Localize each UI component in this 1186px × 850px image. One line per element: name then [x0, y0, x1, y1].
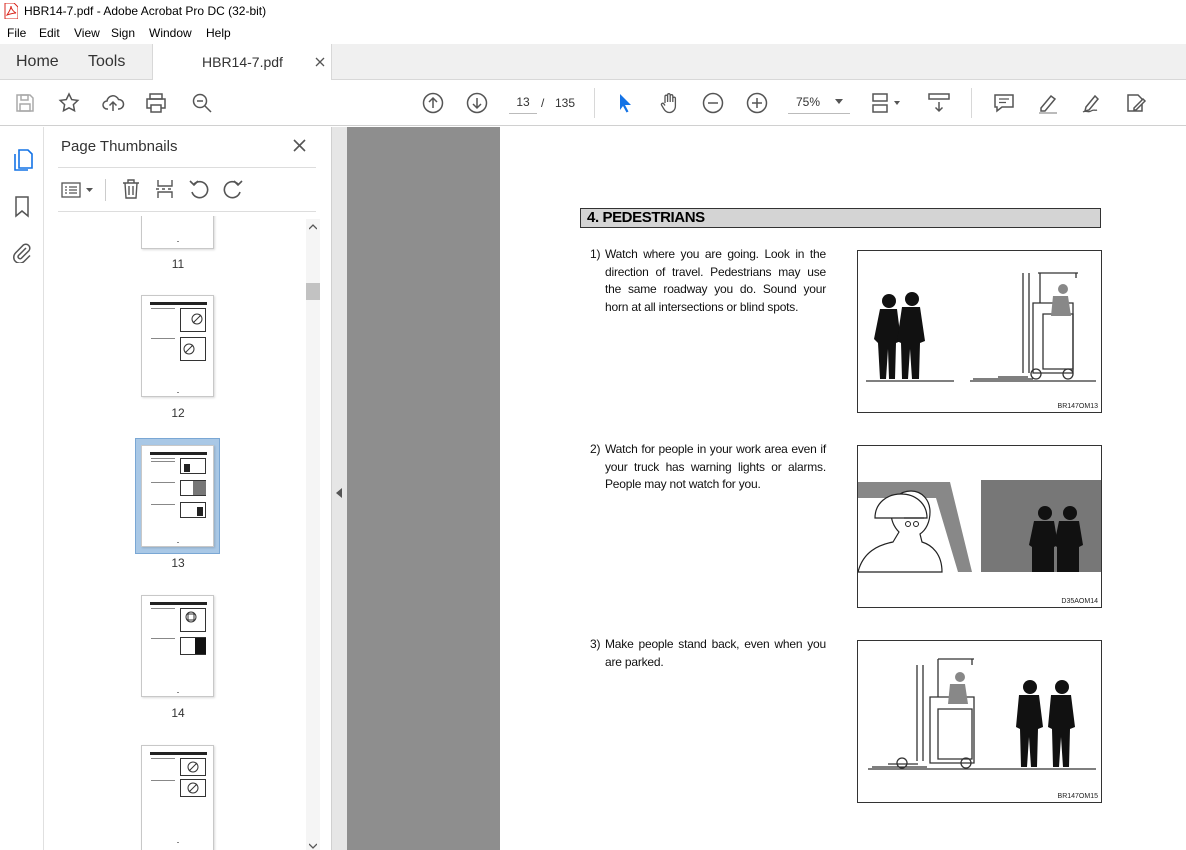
zoom-level-value: 75% — [796, 95, 821, 109]
item-number: 2) — [590, 442, 601, 456]
scroll-up-icon[interactable] — [309, 224, 317, 230]
tab-document[interactable]: HBR14-7.pdf — [152, 44, 332, 80]
menu-file[interactable]: File — [7, 26, 26, 40]
thumbnail-label: 14 — [171, 706, 185, 720]
instruction-item: 2) Watch for people in your work area ev… — [590, 441, 826, 494]
fill-sign-icon[interactable] — [1124, 91, 1148, 115]
rotate-counterclockwise-icon[interactable] — [188, 179, 210, 199]
thumbnail-page[interactable] — [141, 745, 214, 850]
scroll-down-icon[interactable] — [309, 843, 317, 849]
panel-divider — [105, 179, 106, 201]
figure-caption: BR147OM13 — [1057, 403, 1098, 410]
item-text: Make people stand back, even when you ar… — [605, 637, 826, 669]
previous-page-icon[interactable] — [421, 91, 445, 115]
page-total: 135 — [555, 96, 576, 110]
thumbnail-label: 13 — [171, 556, 185, 570]
acrobat-app-icon — [4, 3, 18, 19]
figure-forklift-pedestrians: BR147OM13 — [857, 250, 1102, 413]
tab-document-label: HBR14-7.pdf — [202, 54, 283, 70]
zoom-search-icon[interactable] — [190, 91, 214, 115]
item-number: 1) — [590, 247, 601, 261]
pdf-page: 4. PEDESTRIANS 1) Watch where you are go… — [500, 127, 1186, 850]
window-title: HBR14-7.pdf - Adobe Acrobat Pro DC (32-b… — [24, 4, 267, 18]
highlight-pen-icon[interactable] — [1036, 91, 1060, 115]
forklift-pedestrians-illustration — [866, 272, 1096, 382]
select-cursor-icon[interactable] — [613, 91, 637, 115]
close-panel-icon[interactable] — [293, 139, 306, 152]
thumbnail-page[interactable] — [141, 216, 214, 249]
attachments-paperclip-icon[interactable] — [12, 241, 32, 263]
page-number-input[interactable]: 13 — [509, 90, 537, 114]
section-heading: 4. PEDESTRIANS — [580, 208, 1101, 228]
figure-caption: BR147OM15 — [1057, 793, 1098, 800]
close-tab-icon[interactable] — [315, 57, 325, 67]
rotate-clockwise-icon[interactable] — [222, 179, 244, 199]
thumbnail-options-menu-icon[interactable] — [61, 181, 95, 199]
menu-sign[interactable]: Sign — [111, 26, 135, 40]
thumbnail-page[interactable] — [141, 295, 214, 397]
extract-pages-icon[interactable] — [155, 178, 175, 200]
tab-tools[interactable]: Tools — [88, 53, 125, 71]
panel-divider — [58, 211, 316, 212]
bookmarks-icon[interactable] — [14, 196, 30, 218]
figure-caption: D35AOM14 — [1061, 598, 1098, 605]
thumbnail-page-current[interactable] — [141, 445, 214, 547]
menu-help[interactable]: Help — [206, 26, 231, 40]
tab-bar: Home Tools HBR14-7.pdf — [0, 44, 1186, 80]
panel-divider — [58, 167, 316, 168]
toolbar: 13 / 135 75% — [0, 80, 1186, 126]
title-bar: HBR14-7.pdf - Adobe Acrobat Pro DC (32-b… — [0, 0, 1186, 22]
comment-icon[interactable] — [992, 91, 1016, 115]
page-thumbnails-icon[interactable] — [12, 148, 34, 172]
page-display-icon[interactable] — [870, 91, 906, 115]
zoom-out-icon[interactable] — [701, 91, 725, 115]
delete-pages-icon[interactable] — [121, 178, 141, 200]
toolbar-divider — [594, 88, 595, 118]
zoom-level-dropdown[interactable]: 75% — [788, 90, 850, 114]
toolbar-divider — [971, 88, 972, 118]
instruction-item: 3) Make people stand back, even when you… — [590, 636, 826, 671]
scroll-mode-icon[interactable] — [927, 91, 951, 115]
scrollbar-thumb[interactable] — [306, 283, 320, 300]
menu-view[interactable]: View — [74, 26, 100, 40]
next-page-icon[interactable] — [465, 91, 489, 115]
thumbnail-label: 11 — [171, 257, 185, 271]
thumbnail-label: 12 — [171, 406, 185, 420]
item-text: Watch for people in your work area even … — [605, 442, 826, 491]
panel-title: Page Thumbnails — [61, 138, 178, 155]
menu-edit[interactable]: Edit — [39, 26, 60, 40]
page-thumbnails-panel: Page Thumbnails 11 12 13 14 — [44, 127, 331, 850]
upload-cloud-icon[interactable] — [101, 91, 125, 115]
left-navigation-rail — [0, 127, 44, 850]
figure-operator-view: D35AOM14 — [857, 445, 1102, 608]
collapse-panel-arrow-icon[interactable] — [336, 488, 342, 498]
menu-bar: File Edit View Sign Window Help — [0, 22, 1186, 44]
bookmark-star-icon[interactable] — [57, 91, 81, 115]
thumbnail-page[interactable] — [141, 595, 214, 697]
tab-home[interactable]: Home — [16, 53, 59, 71]
print-icon[interactable] — [144, 91, 168, 115]
page-separator: / — [541, 96, 545, 110]
operator-view-illustration — [858, 480, 1101, 573]
zoom-in-icon[interactable] — [745, 91, 769, 115]
thumbnail-list: 11 12 13 14 — [58, 216, 322, 850]
panel-splitter[interactable] — [331, 127, 347, 850]
document-viewer[interactable]: 4. PEDESTRIANS 1) Watch where you are go… — [347, 127, 1186, 850]
thumbnail-scrollbar[interactable] — [306, 219, 320, 850]
instruction-item: 1) Watch where you are going. Look in th… — [590, 246, 826, 316]
menu-window[interactable]: Window — [149, 26, 192, 40]
draw-sign-icon[interactable] — [1080, 91, 1104, 115]
item-text: Watch where you are going. Look in the d… — [605, 247, 826, 314]
chevron-down-icon — [835, 99, 843, 104]
parked-forklift-illustration — [868, 658, 1096, 770]
save-icon[interactable] — [13, 91, 37, 115]
item-number: 3) — [590, 637, 601, 651]
hand-tool-icon[interactable] — [657, 91, 681, 115]
figure-parked-forklift: BR147OM15 — [857, 640, 1102, 803]
